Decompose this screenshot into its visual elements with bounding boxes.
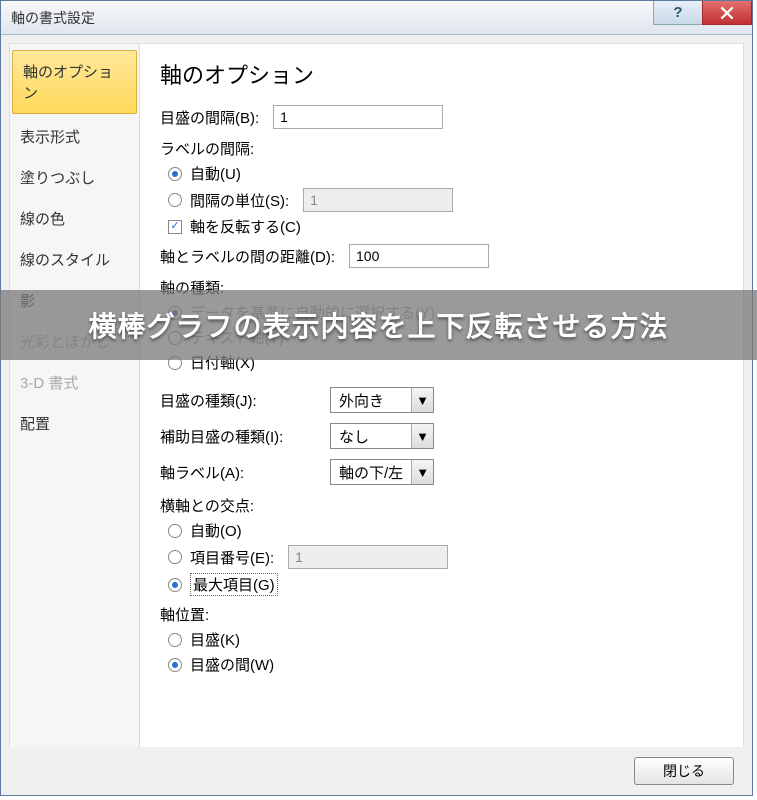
- sidebar-item-number-format[interactable]: 表示形式: [10, 116, 139, 157]
- main-panel: 軸のオプション 目盛の間隔(B): ラベルの間隔: 自動(U) 間隔の単位(S)…: [140, 44, 743, 754]
- label-interval-unit-radio[interactable]: [168, 193, 182, 207]
- axis-type-auto-radio[interactable]: [168, 306, 182, 320]
- cross-category-radio[interactable]: [168, 550, 182, 564]
- axis-type-date-radio[interactable]: [168, 356, 182, 370]
- sidebar-item-line-style[interactable]: 線のスタイル: [10, 239, 139, 280]
- label-interval-unit-input[interactable]: [303, 188, 453, 212]
- minor-tick-value: なし: [331, 426, 411, 447]
- tick-interval-input[interactable]: [273, 105, 443, 129]
- help-button[interactable]: ?: [653, 1, 703, 25]
- sidebar-item-axis-options[interactable]: 軸のオプション: [12, 50, 137, 114]
- axis-label-distance-label: 軸とラベルの間の距離(D):: [160, 246, 335, 267]
- label-interval-unit-label: 間隔の単位(S):: [190, 190, 289, 211]
- dialog-body: 軸のオプション 表示形式 塗りつぶし 線の色 線のスタイル 影 光彩とぼかし 3…: [9, 43, 744, 755]
- sidebar-item-shadow[interactable]: 影: [10, 280, 139, 321]
- tick-type-label: 目盛の種類(J):: [160, 390, 330, 411]
- tick-interval-label: 目盛の間隔(B):: [160, 107, 259, 128]
- dialog-footer: 閉じる: [1, 747, 752, 795]
- chevron-down-icon: ▼: [411, 424, 433, 448]
- sidebar: 軸のオプション 表示形式 塗りつぶし 線の色 線のスタイル 影 光彩とぼかし 3…: [10, 44, 140, 754]
- cross-auto-radio[interactable]: [168, 524, 182, 538]
- sidebar-item-line-color[interactable]: 線の色: [10, 198, 139, 239]
- axis-pos-heading: 軸位置:: [160, 604, 723, 625]
- chevron-down-icon: ▼: [411, 388, 433, 412]
- tick-type-value: 外向き: [331, 390, 411, 411]
- axis-type-auto-label: データを基準に自動的に選択する(Y): [190, 302, 435, 323]
- tick-type-select[interactable]: 外向き ▼: [330, 387, 434, 413]
- close-icon: [720, 6, 734, 20]
- label-interval-heading: ラベルの間隔:: [160, 138, 723, 159]
- cross-max-radio[interactable]: [168, 578, 182, 592]
- cross-category-label: 項目番号(E):: [190, 547, 274, 568]
- label-interval-auto-radio[interactable]: [168, 167, 182, 181]
- reverse-axis-label: 軸を反転する(C): [190, 216, 301, 237]
- label-interval-auto-label: 自動(U): [190, 163, 241, 184]
- axis-type-text-label: テキスト軸(T): [190, 327, 284, 348]
- axis-label-pos-value: 軸の下/左: [331, 462, 411, 483]
- minor-tick-select[interactable]: なし ▼: [330, 423, 434, 449]
- panel-heading: 軸のオプション: [160, 58, 723, 90]
- titlebar: 軸の書式設定 ?: [1, 1, 752, 35]
- axis-pos-between-radio[interactable]: [168, 658, 182, 672]
- dialog-title: 軸の書式設定: [11, 8, 95, 28]
- close-button[interactable]: [702, 1, 752, 25]
- axis-type-heading: 軸の種類:: [160, 277, 723, 298]
- axis-label-distance-input[interactable]: [349, 244, 489, 268]
- axis-pos-on-label: 目盛(K): [190, 629, 240, 650]
- cross-max-label: 最大項目(G): [190, 573, 278, 596]
- axis-pos-between-label: 目盛の間(W): [190, 654, 274, 675]
- sidebar-item-fill[interactable]: 塗りつぶし: [10, 157, 139, 198]
- sidebar-item-glow[interactable]: 光彩とぼかし: [10, 321, 139, 362]
- sidebar-item-3d[interactable]: 3-D 書式: [10, 362, 139, 403]
- axis-type-text-radio[interactable]: [168, 331, 182, 345]
- titlebar-controls: ?: [654, 1, 752, 25]
- dialog-window: 軸の書式設定 ? 軸のオプション 表示形式 塗りつぶし 線の色 線のスタイル 影…: [0, 0, 753, 796]
- axis-label-pos-select[interactable]: 軸の下/左 ▼: [330, 459, 434, 485]
- reverse-axis-checkbox[interactable]: ✓: [168, 220, 182, 234]
- close-dialog-button[interactable]: 閉じる: [634, 757, 734, 785]
- chevron-down-icon: ▼: [411, 460, 433, 484]
- cross-heading: 横軸との交点:: [160, 495, 723, 516]
- axis-type-date-label: 日付軸(X): [190, 352, 255, 373]
- minor-tick-label: 補助目盛の種類(I):: [160, 426, 330, 447]
- cross-auto-label: 自動(O): [190, 520, 242, 541]
- cross-category-input[interactable]: [288, 545, 448, 569]
- axis-label-pos-label: 軸ラベル(A):: [160, 462, 330, 483]
- sidebar-item-alignment[interactable]: 配置: [10, 403, 139, 444]
- axis-pos-on-radio[interactable]: [168, 633, 182, 647]
